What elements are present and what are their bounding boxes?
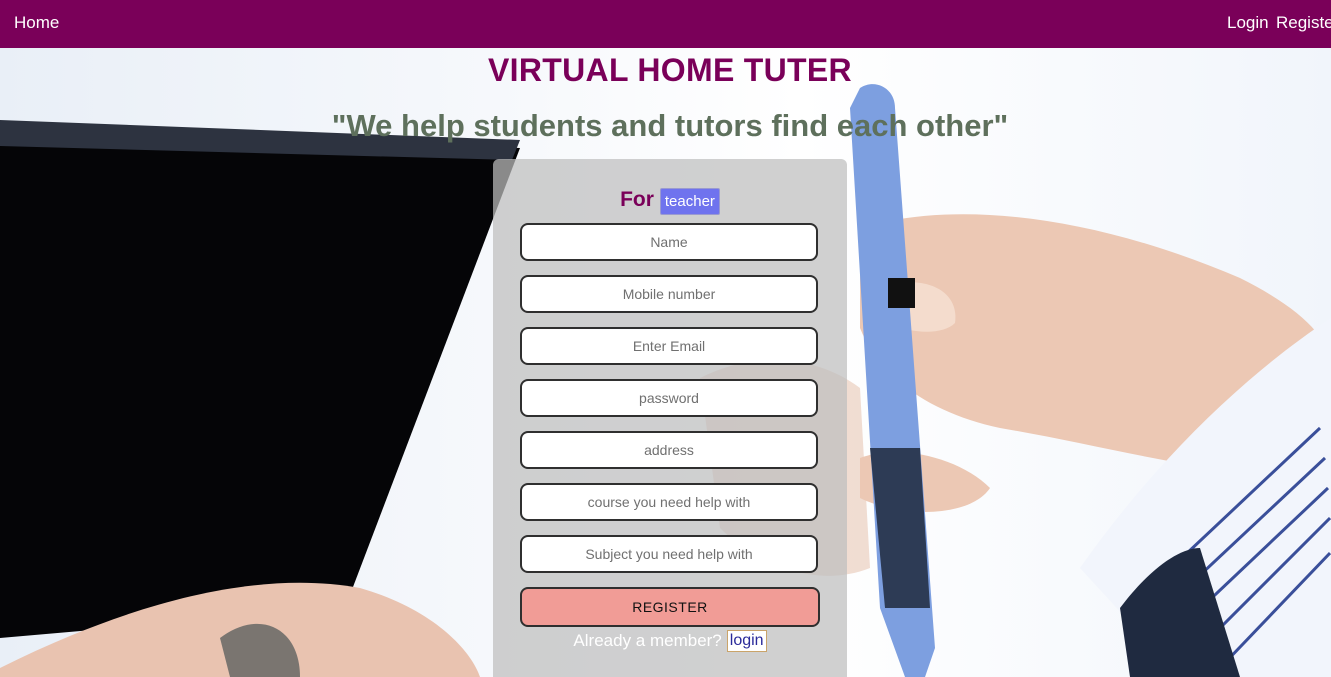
role-row: For teacher [493, 185, 847, 215]
top-navbar: Home Login Register [0, 0, 1331, 48]
subject-input[interactable] [520, 535, 818, 573]
role-teacher-badge[interactable]: teacher [659, 188, 720, 215]
for-label: For [620, 188, 654, 211]
login-link[interactable]: login [726, 630, 767, 652]
course-input[interactable] [520, 483, 818, 521]
login-prompt-row: Already a member? login [493, 630, 847, 652]
register-button[interactable]: REGISTER [520, 587, 820, 627]
address-input[interactable] [520, 431, 818, 469]
page-tagline: "We help students and tutors find each o… [331, 108, 1009, 143]
nav-home-link[interactable]: Home [14, 13, 59, 33]
page-title: VIRTUAL HOME TUTER [488, 52, 852, 88]
name-input[interactable] [520, 223, 818, 261]
nav-login-link[interactable]: Login [1227, 13, 1269, 33]
registration-form: For teacher REGISTER Already a member? l… [493, 159, 847, 677]
password-input[interactable] [520, 379, 818, 417]
already-member-text: Already a member? [573, 631, 722, 650]
email-input[interactable] [520, 327, 818, 365]
nav-register-link[interactable]: Register [1276, 13, 1331, 33]
mobile-number-input[interactable] [520, 275, 818, 313]
